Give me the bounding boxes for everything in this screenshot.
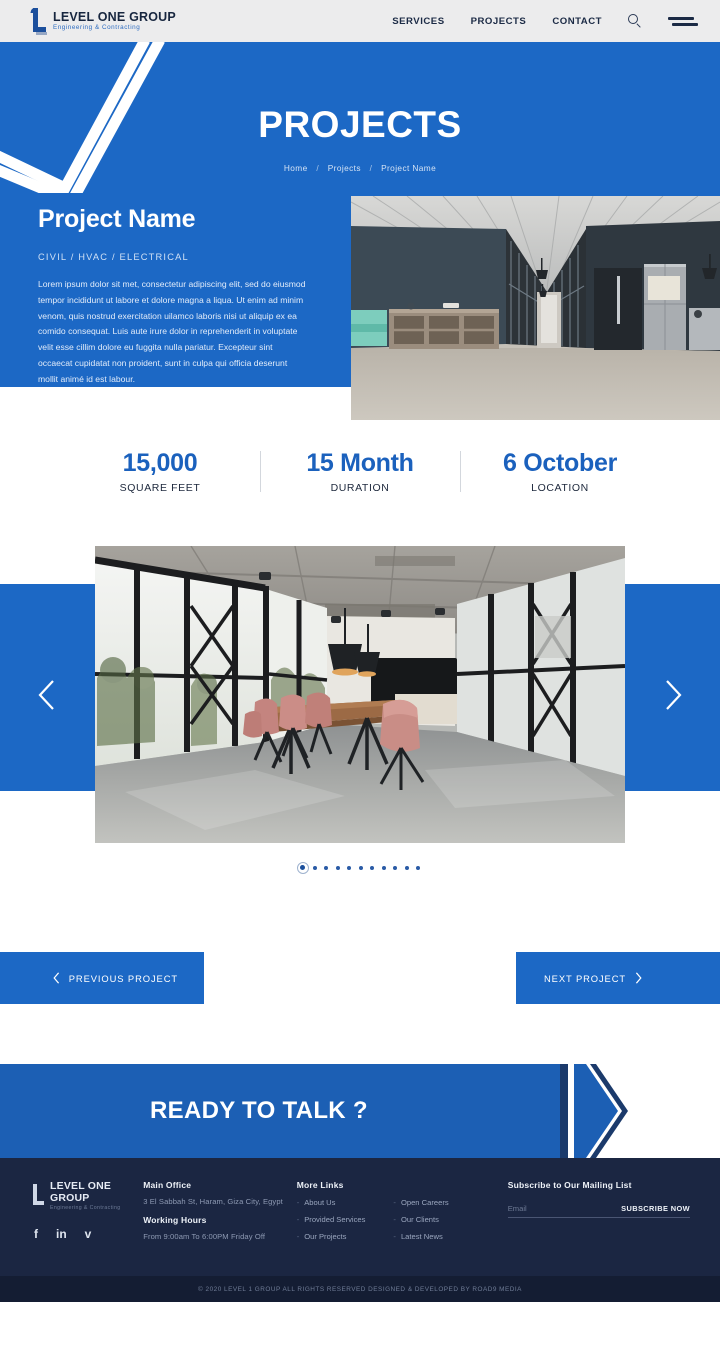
- copyright-text: © 2020 LEVEL 1 GROUP ALL RIGHTS RESERVED…: [198, 1285, 522, 1293]
- newsletter-heading: Subscribe to Our Mailing List: [507, 1180, 632, 1190]
- nav-item-contact[interactable]: CONTACT: [552, 16, 602, 27]
- breadcrumb-separator-1: /: [316, 163, 320, 173]
- breadcrumb-projects[interactable]: Projects: [328, 163, 361, 173]
- footer-link-provided-services[interactable]: - Provided Services: [297, 1215, 366, 1224]
- stat-location: 6 October LOCATION: [460, 449, 660, 494]
- carousel-dot[interactable]: [335, 865, 340, 870]
- footer-logo[interactable]: LEVEL ONE GROUP Engineering & Contractin…: [30, 1180, 143, 1211]
- carousel-dot[interactable]: [404, 865, 409, 870]
- carousel-dot[interactable]: [312, 865, 317, 870]
- footer-link-our-projects[interactable]: - Our Projects: [297, 1232, 366, 1241]
- carousel-dots: [0, 861, 720, 874]
- footer-brand-column: LEVEL ONE GROUP Engineering & Contractin…: [30, 1180, 143, 1241]
- stat-value: 6 October: [503, 449, 617, 477]
- breadcrumb-current: Project Name: [381, 163, 437, 173]
- project-description: Lorem ipsum dolor sit met, consectetur a…: [38, 279, 306, 384]
- logo-title: LEVEL ONE GROUP: [53, 9, 176, 24]
- next-project-label: NEXT PROJECT: [544, 972, 626, 984]
- stat-duration: 15 Month DURATION: [260, 449, 460, 494]
- carousel-prev-button[interactable]: [32, 675, 62, 715]
- carousel-dot[interactable]: [324, 865, 328, 870]
- footer-link-latest-news[interactable]: - Latest News: [393, 1232, 448, 1241]
- main-navigation: SERVICES PROJECTS CONTACT: [392, 14, 698, 28]
- breadcrumb-separator-2: /: [369, 163, 373, 173]
- project-categories: CIVIL / HVAC / ELECTRICAL: [38, 252, 189, 262]
- working-hours-heading: Working Hours: [143, 1215, 207, 1225]
- logo-mark-icon: [30, 7, 47, 35]
- newsletter-email-input[interactable]: [507, 1204, 598, 1213]
- facebook-icon[interactable]: f: [34, 1227, 38, 1241]
- search-icon[interactable]: [628, 14, 642, 28]
- carousel-dot[interactable]: [370, 865, 374, 870]
- cta-title: READY TO TALK ?: [150, 1097, 368, 1124]
- footer-logo-subtitle: Engineering & Contracting: [50, 1205, 121, 1211]
- footer-link-label: Latest News: [400, 1232, 443, 1241]
- nav-item-projects[interactable]: PROJECTS: [471, 16, 527, 27]
- nav-item-services[interactable]: SERVICES: [392, 16, 444, 27]
- footer-links-column: More Links - About Us - Provided Services …: [297, 1180, 508, 1241]
- stat-label: SQUARE FEET: [119, 482, 201, 494]
- logo-mark-icon: [30, 1183, 45, 1208]
- previous-project-label: PREVIOUS PROJECT: [68, 972, 178, 984]
- previous-project-button[interactable]: PREVIOUS PROJECT: [0, 952, 204, 1004]
- stat-label: LOCATION: [531, 482, 589, 494]
- stat-value: 15 Month: [306, 449, 414, 477]
- next-project-button[interactable]: NEXT PROJECT: [516, 952, 720, 1004]
- copyright-bar: © 2020 LEVEL 1 GROUP ALL RIGHTS RESERVED…: [0, 1276, 720, 1302]
- logo-subtitle: Engineering & Contracting: [53, 23, 141, 31]
- footer-link-label: Our Projects: [304, 1232, 347, 1241]
- project-gallery-carousel: [0, 546, 720, 843]
- site-logo[interactable]: LEVEL ONE GROUP Engineering & Contractin…: [30, 7, 176, 35]
- footer-newsletter-column: Subscribe to Our Mailing List SUBSCRIBE …: [507, 1180, 690, 1241]
- top-navigation-bar: LEVEL ONE GROUP Engineering & Contractin…: [0, 0, 720, 42]
- office-address: 3 El Sabbah St, Haram, Giza City, Egypt: [143, 1197, 283, 1206]
- site-footer: LEVEL ONE GROUP Engineering & Contractin…: [0, 1158, 720, 1276]
- footer-link-our-clients[interactable]: - Our Clients: [393, 1215, 448, 1224]
- linkedin-icon[interactable]: in: [56, 1227, 67, 1241]
- carousel-dot[interactable]: [358, 865, 363, 870]
- chevron-right-icon: [666, 679, 682, 710]
- footer-office-column: Main Office 3 El Sabbah St, Haram, Giza …: [143, 1180, 296, 1241]
- main-office-heading: Main Office: [143, 1180, 192, 1190]
- chevron-left-icon: [38, 679, 54, 710]
- hamburger-menu-icon[interactable]: [668, 14, 698, 28]
- stat-label: DURATION: [330, 482, 390, 494]
- footer-link-open-careers[interactable]: - Open Careers: [393, 1198, 448, 1207]
- carousel-dot[interactable]: [416, 865, 420, 870]
- working-hours-value: From 9:00am To 6:00PM Friday Off: [143, 1232, 266, 1241]
- stat-square-feet: 15,000 SQUARE FEET: [60, 449, 260, 494]
- cta-section[interactable]: READY TO TALK ?: [0, 1064, 720, 1158]
- footer-logo-title: LEVEL ONE GROUP: [50, 1180, 112, 1204]
- carousel-slide-image: [95, 546, 625, 843]
- twitter-icon[interactable]: ᴠ: [85, 1227, 92, 1241]
- project-stats: 15,000 SQUARE FEET 15 Month DURATION 6 O…: [0, 449, 720, 494]
- project-navigation: PREVIOUS PROJECT NEXT PROJECT: [0, 952, 720, 1004]
- breadcrumb-home[interactable]: Home: [284, 163, 308, 173]
- footer-link-about-us[interactable]: - About Us: [297, 1198, 366, 1207]
- project-hero-photo: [351, 196, 720, 420]
- hero-chevron-decoration: [0, 42, 165, 193]
- footer-link-label: Provided Services: [304, 1215, 366, 1224]
- more-links-heading: More Links: [296, 1180, 344, 1190]
- carousel-next-button[interactable]: [658, 675, 688, 715]
- social-links: f in ᴠ: [30, 1227, 143, 1241]
- footer-link-label: About Us: [304, 1198, 336, 1207]
- carousel-dot[interactable]: [347, 865, 351, 870]
- chevron-left-icon: [53, 972, 59, 984]
- carousel-dot[interactable]: [393, 865, 397, 870]
- carousel-dot[interactable]: [381, 865, 386, 870]
- stat-value: 15,000: [122, 449, 198, 477]
- carousel-dot-active[interactable]: [296, 861, 309, 874]
- chevron-right-icon: [635, 972, 642, 984]
- footer-link-label: Our Clients: [400, 1215, 439, 1224]
- project-name: Project Name: [38, 205, 196, 233]
- subscribe-now-button[interactable]: SUBSCRIBE NOW: [621, 1204, 690, 1213]
- cta-arrow-decoration: [560, 1064, 628, 1158]
- footer-link-label: Open Careers: [400, 1198, 449, 1207]
